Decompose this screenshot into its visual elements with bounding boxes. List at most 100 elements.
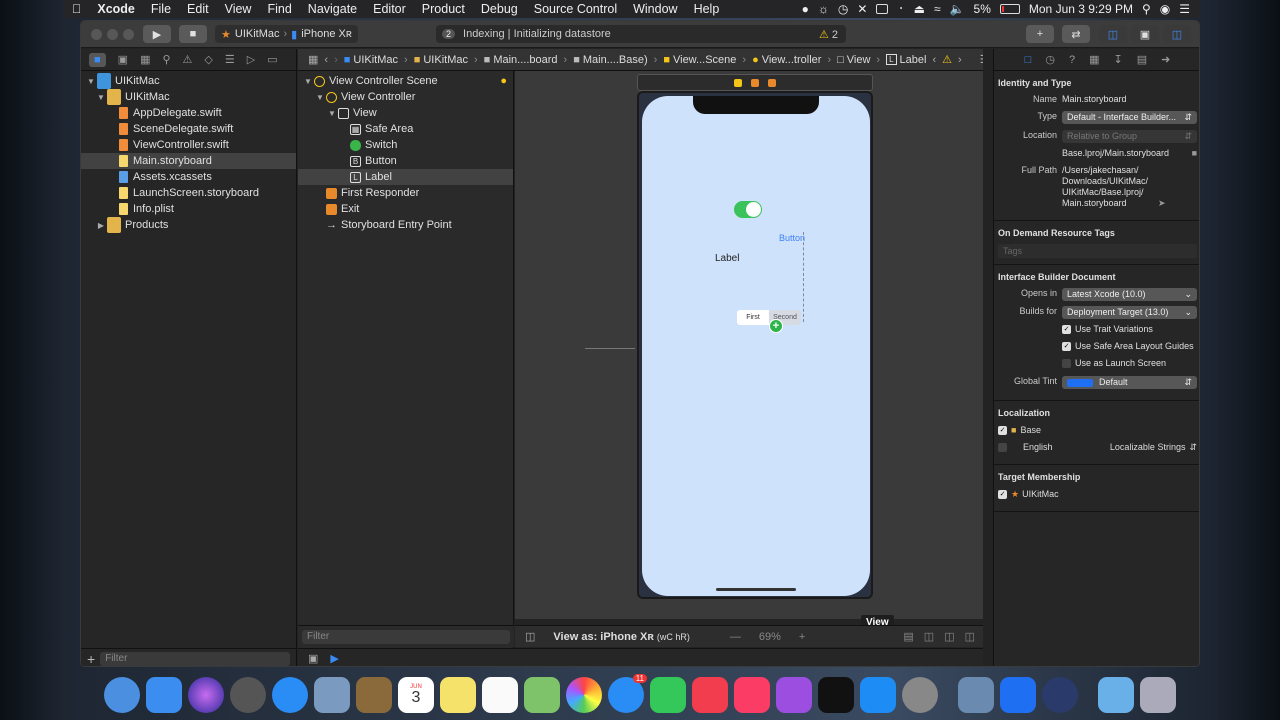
finder-face-icon[interactable] (104, 677, 140, 713)
opens-in-select[interactable]: Latest Xcode (10.0) ⌄ (1062, 288, 1197, 301)
xcode-icon[interactable] (1000, 677, 1036, 713)
menu-view[interactable]: View (217, 2, 260, 16)
menu-help[interactable]: Help (686, 2, 728, 16)
tree-item-file[interactable]: ViewController.swift (81, 137, 296, 153)
view-canvas[interactable]: Button Label First Second + (642, 96, 870, 596)
notes-icon[interactable] (440, 677, 476, 713)
reveal-arrow-icon[interactable]: ➤ (1158, 198, 1166, 209)
tools-icon[interactable]: ✕ (857, 2, 867, 16)
status-icon[interactable]: ☼ (818, 2, 829, 16)
outline-view[interactable]: ▼ View (298, 105, 513, 121)
find-icon[interactable]: ⚲ (162, 53, 170, 66)
resolve-icon[interactable]: ◫ (965, 630, 975, 643)
lines-icon[interactable]: ☰ (980, 53, 983, 66)
exit-icon[interactable] (768, 78, 776, 87)
use-safe-area-option[interactable]: ✓ Use Safe Area Layout Guides (1062, 341, 1197, 352)
zoom-out-icon[interactable]: — (730, 631, 741, 643)
tags-input[interactable]: Tags (998, 244, 1197, 258)
back-icon[interactable]: ‹ (324, 54, 328, 66)
airplay-icon[interactable] (876, 4, 889, 14)
outline-exit[interactable]: Exit (298, 201, 513, 217)
button-element[interactable]: Button (779, 233, 805, 243)
preview-icon[interactable] (314, 677, 350, 713)
zoom-window-button[interactable] (123, 29, 134, 40)
pin-icon[interactable]: ◫ (944, 630, 954, 643)
file-inspector-icon[interactable]: □ (1025, 54, 1032, 66)
outline-view-controller[interactable]: ▼ View Controller (298, 89, 513, 105)
breakpoints-icon[interactable]: ▶ (330, 652, 338, 665)
outline-scene[interactable]: ▼ View Controller Scene ● (298, 73, 513, 89)
facetime-icon[interactable] (650, 677, 686, 713)
bluetooth-icon[interactable]: ᛫ (897, 2, 904, 16)
use-launch-option[interactable]: Use as Launch Screen (1062, 358, 1197, 369)
activity-viewer[interactable]: 2 Indexing | Initializing datastore ⚠ 2 (436, 25, 846, 43)
menu-find[interactable]: Find (259, 2, 299, 16)
podcasts-icon[interactable] (776, 677, 812, 713)
crumb-storyboard[interactable]: ■ Main....board (484, 54, 558, 66)
tree-item-file[interactable]: AppDelegate.swift (81, 105, 296, 121)
symbol-icon[interactable]: ▦ (140, 53, 150, 66)
crumb-controller[interactable]: ● View...troller (752, 54, 821, 66)
reminders-icon[interactable] (482, 677, 518, 713)
tree-item-file[interactable]: LaunchScreen.storyboard (81, 185, 296, 201)
menu-product[interactable]: Product (414, 2, 473, 16)
first-responder-icon[interactable] (751, 78, 759, 87)
global-tint-select[interactable]: Default ⇵ (1062, 376, 1197, 389)
source-control-icon[interactable]: ▣ (118, 53, 128, 66)
loc-english-kind[interactable]: Localizable Strings (1110, 442, 1186, 452)
battery-percent[interactable]: 5% (974, 2, 991, 16)
navigator-filter-input[interactable]: Filter (100, 651, 290, 666)
apple-icon[interactable]:  (64, 2, 89, 16)
contacts-icon[interactable] (356, 677, 392, 713)
issue-icon[interactable]: ⚠ (183, 53, 193, 66)
menu-source-control[interactable]: Source Control (526, 2, 625, 16)
menu-edit[interactable]: Edit (179, 2, 217, 16)
warning-icon[interactable]: ⚠ (942, 53, 952, 66)
outline-entry-point[interactable]: → Storyboard Entry Point (298, 217, 513, 233)
menu-window[interactable]: Window (625, 2, 685, 16)
segment-first[interactable]: First (737, 310, 769, 325)
menu-app-name[interactable]: Xcode (89, 2, 143, 16)
tree-item-file[interactable]: Assets.xcassets (81, 169, 296, 185)
embed-icon[interactable]: ▤ (903, 630, 913, 643)
crumb-project[interactable]: ■ UIKitMac (344, 54, 398, 66)
builds-for-select[interactable]: Deployment Target (13.0) ⌄ (1062, 306, 1197, 319)
outline-label-selected[interactable]: L Label (298, 169, 513, 185)
outline-button[interactable]: B Button (298, 153, 513, 169)
view-as-label[interactable]: View as: iPhone Xʀ (wC hR) (553, 631, 689, 643)
crumb-label[interactable]: L Label (886, 54, 926, 66)
switch-control[interactable] (734, 201, 762, 218)
debug-area-icon[interactable]: ▣ (308, 652, 318, 665)
app-store-icon[interactable] (860, 677, 896, 713)
tree-item-file[interactable]: Info.plist (81, 201, 296, 217)
folder-icon[interactable]: ■ (1192, 148, 1197, 158)
align-icon[interactable]: ◫ (924, 630, 934, 643)
outline-toggle-icon[interactable]: ◫ (525, 630, 535, 643)
stop-button[interactable]: ■ (179, 25, 207, 43)
checkbox-checked[interactable]: ✓ (998, 425, 1007, 435)
help-icon[interactable]: ? (1069, 54, 1075, 66)
disclosure-icon[interactable]: ▼ (302, 77, 314, 86)
debug-icon[interactable]: ☰ (225, 53, 235, 66)
notification-center-icon[interactable]: ☰ (1179, 2, 1190, 16)
wifi-icon[interactable]: ≈ (934, 2, 941, 16)
add-icon[interactable]: + (87, 651, 95, 667)
tree-item-file-selected[interactable]: Main.storyboard (81, 153, 296, 169)
scheme-selector[interactable]: ★ UIKitMac › ▮ iPhone Xʀ (215, 25, 358, 43)
tv-icon[interactable] (818, 677, 854, 713)
record-icon[interactable]: ● (802, 2, 809, 16)
grid-icon[interactable]: ▦ (308, 53, 318, 66)
news-icon[interactable] (692, 677, 728, 713)
toggle-debug-button[interactable]: ▣ (1131, 25, 1159, 43)
connections-icon[interactable]: ➜ (1161, 53, 1170, 66)
music-icon[interactable] (734, 677, 770, 713)
eject-icon[interactable]: ⏏ (914, 2, 925, 16)
crumb-scene[interactable]: ■ View...Scene (663, 54, 736, 66)
outline-switch[interactable]: Switch (298, 137, 513, 153)
menu-debug[interactable]: Debug (473, 2, 526, 16)
breakpoint-icon[interactable]: ▷ (247, 53, 255, 66)
crumb-view[interactable]: □ View (837, 54, 870, 66)
menu-file[interactable]: File (143, 2, 179, 16)
checkbox-unchecked[interactable] (998, 442, 1007, 452)
size-icon[interactable]: ▤ (1137, 53, 1147, 66)
